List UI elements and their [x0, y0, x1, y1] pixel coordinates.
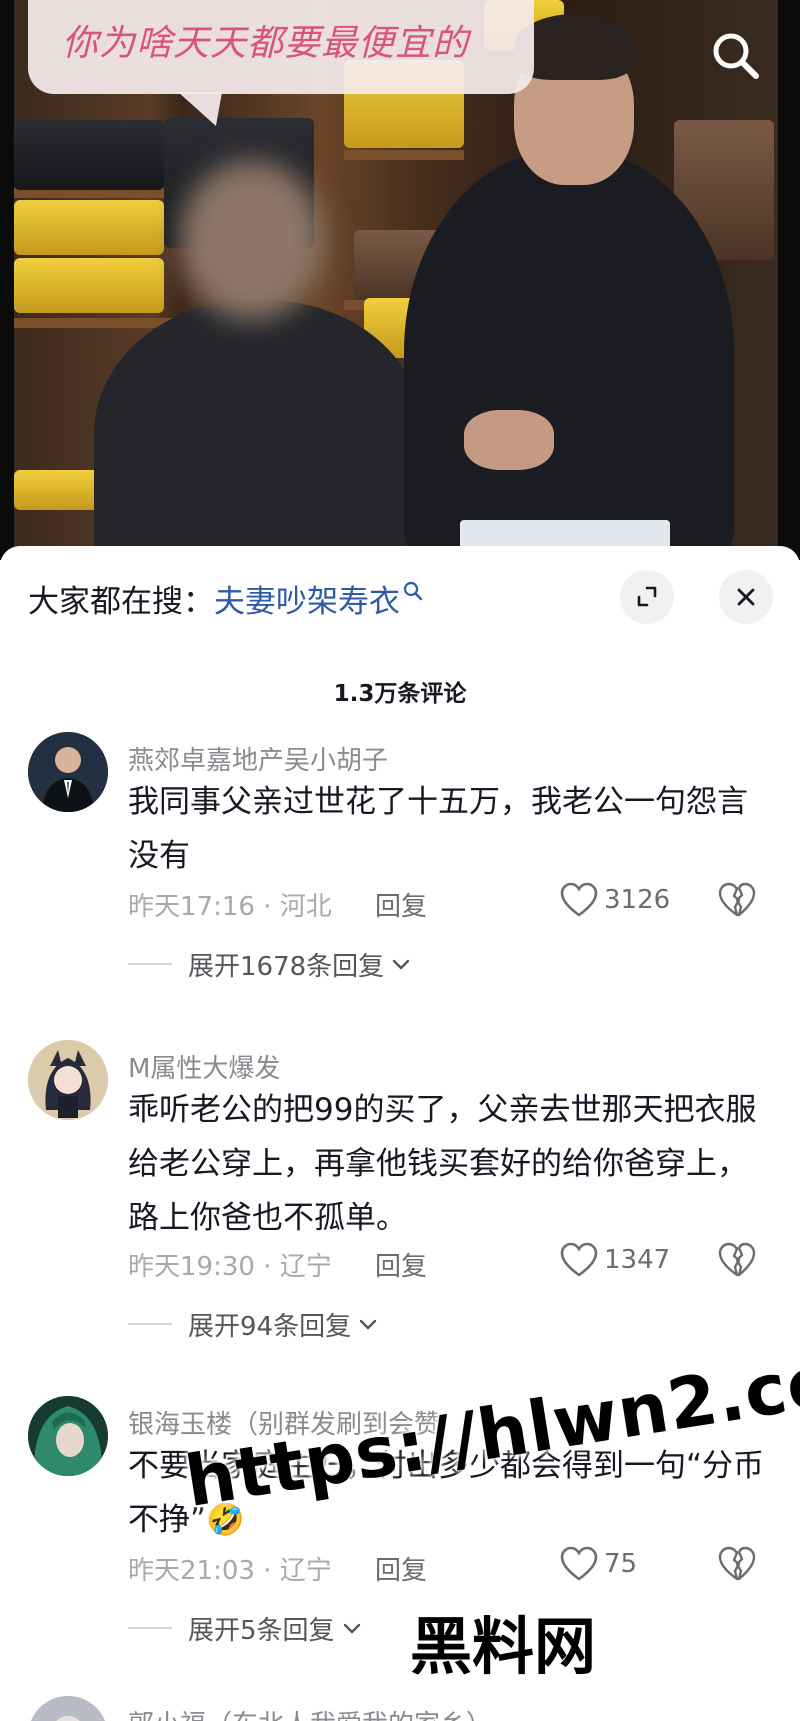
- expand-replies-button[interactable]: 展开1678条回复: [128, 946, 412, 982]
- trending-search: 大家都在搜： 夫妻吵架寿衣: [28, 576, 424, 620]
- expand-replies-label: 展开94条回复: [188, 1311, 352, 1342]
- like-count: 75: [604, 1549, 638, 1579]
- comments-sheet: 大家都在搜： 夫妻吵架寿衣 1.3万条评论 燕郊卓嘉地产吴小胡子 我同事父亲过世…: [0, 546, 800, 1721]
- divider-line: [128, 1627, 172, 1629]
- reply-button[interactable]: 回复: [375, 1246, 427, 1283]
- comment-text: 我同事父亲过世花了十五万，我老公一句怨言没有: [128, 784, 748, 874]
- dislike-button[interactable]: [718, 1546, 756, 1584]
- folded-clothes: [14, 120, 164, 190]
- expand-replies-label: 展开5条回复: [188, 1615, 335, 1646]
- like-count: 1347: [604, 1245, 671, 1275]
- like-button[interactable]: 1347: [560, 1240, 670, 1280]
- shelf: [344, 150, 464, 160]
- divider-line: [128, 963, 172, 965]
- folded-clothes: [14, 200, 164, 255]
- trending-search-label: 大家都在搜：: [28, 583, 214, 620]
- expand-sheet-button[interactable]: [620, 570, 674, 624]
- heart-icon: [560, 1546, 598, 1581]
- broken-heart-icon: [718, 882, 756, 917]
- comment-username[interactable]: M属性大爆发: [128, 1048, 280, 1085]
- video-caption: 你为啥天天都要最便宜的: [62, 23, 470, 64]
- like-button[interactable]: 3126: [560, 880, 670, 920]
- search-button[interactable]: [704, 24, 768, 88]
- avatar[interactable]: [28, 1696, 108, 1721]
- comment-meta: 昨天19:30 · 辽宁: [128, 1252, 332, 1282]
- comment-username[interactable]: 燕郊卓嘉地产吴小胡子: [128, 740, 388, 777]
- search-icon: [403, 581, 423, 601]
- avatar[interactable]: [28, 1040, 108, 1120]
- salesman-hand: [464, 410, 554, 470]
- divider-line: [128, 1323, 172, 1325]
- comment-username[interactable]: 郭小福（东北人我爱我的家乡）: [128, 1704, 492, 1721]
- avatar-anime-girl-icon: [28, 1040, 108, 1120]
- expand-icon: [637, 586, 657, 607]
- reply-button[interactable]: 回复: [375, 1550, 427, 1587]
- comment-meta: 昨天17:16 · 河北: [128, 892, 332, 922]
- video-letterbox: [778, 0, 800, 560]
- avatar-icon: [28, 1696, 108, 1721]
- reply-button[interactable]: 回复: [375, 886, 427, 923]
- broken-heart-icon: [718, 1242, 756, 1277]
- expand-replies-label: 展开1678条回复: [188, 951, 385, 982]
- heart-icon: [560, 882, 598, 917]
- expand-replies-button[interactable]: 展开5条回复: [128, 1610, 363, 1646]
- comment-count: 1.3万条评论: [333, 681, 467, 707]
- chevron-down-icon: [392, 959, 410, 970]
- avatar-man-suit-icon: [28, 732, 108, 812]
- close-button[interactable]: [719, 570, 773, 624]
- chevron-down-icon: [343, 1623, 360, 1634]
- video-player[interactable]: 你为啥天天都要最便宜的: [0, 0, 800, 560]
- dislike-button[interactable]: [718, 882, 756, 920]
- avatar[interactable]: [28, 732, 108, 812]
- chevron-down-icon: [359, 1319, 377, 1330]
- folded-clothes: [14, 258, 164, 313]
- avatar[interactable]: [28, 1396, 108, 1476]
- comment-meta: 昨天21:03 · 辽宁: [128, 1556, 332, 1586]
- shelf: [14, 318, 174, 328]
- heart-icon: [560, 1242, 598, 1277]
- trending-search-keyword[interactable]: 夫妻吵架寿衣: [214, 576, 400, 621]
- dislike-button[interactable]: [718, 1242, 756, 1280]
- close-icon: [737, 588, 755, 606]
- watermark-name: 黑料网: [410, 1610, 597, 1683]
- avatar-green-hair-icon: [28, 1396, 108, 1476]
- broken-heart-icon: [718, 1546, 756, 1581]
- customer-figure: [94, 300, 424, 560]
- expand-replies-button[interactable]: 展开94条回复: [128, 1306, 379, 1342]
- blurred-face: [179, 160, 324, 320]
- search-icon: [713, 33, 759, 79]
- video-letterbox: [0, 0, 14, 560]
- salesman-figure: [404, 150, 734, 560]
- like-count: 3126: [604, 885, 671, 915]
- comment-text: 乖听老公的把99的买了，父亲去世那天把衣服给老公穿上，再拿他钱买套好的给你爸穿上…: [128, 1092, 757, 1236]
- like-button[interactable]: 75: [560, 1544, 637, 1584]
